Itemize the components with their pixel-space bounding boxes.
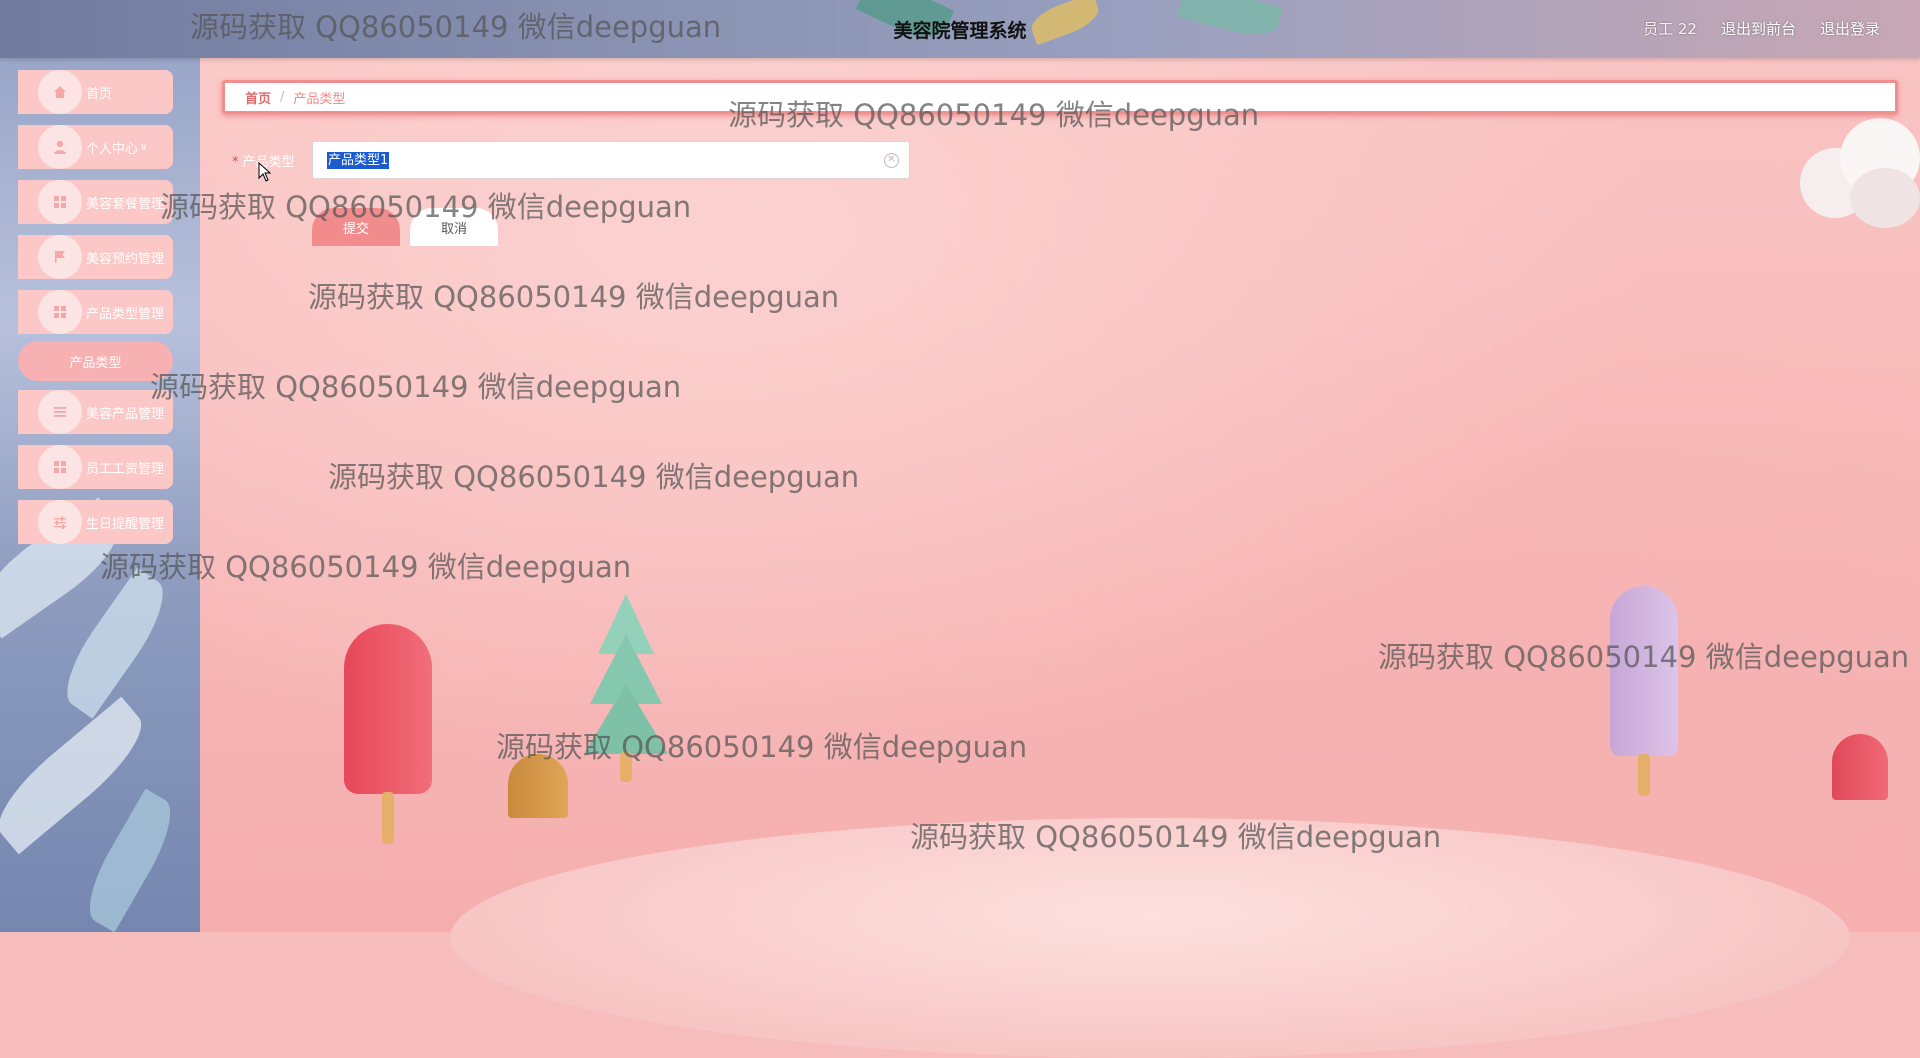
- sidebar-item-label: 美容套餐管理: [86, 196, 165, 212]
- sidebar-item-product-type[interactable]: 产品类型管理: [18, 290, 173, 334]
- sidebar-item-label: 员工工资管理: [86, 461, 165, 477]
- product-type-input[interactable]: [327, 151, 871, 169]
- sidebar-item-home[interactable]: 首页: [18, 70, 173, 114]
- watermark: 源码获取 QQ86050149 微信deepguan: [160, 190, 692, 224]
- watermark: 源码获取 QQ86050149 微信deepguan: [150, 370, 682, 404]
- mouse-cursor-icon: [258, 162, 272, 182]
- sidebar-item-profile[interactable]: 个人中心 ∨: [18, 125, 173, 169]
- cloud-decoration: [1800, 118, 1920, 228]
- sidebar-item-appointment[interactable]: 美容预约管理: [18, 235, 173, 279]
- breadcrumb-current: 产品类型: [293, 91, 346, 107]
- popsicle-decoration: [1610, 586, 1680, 806]
- sidebar-item-label: 个人中心: [86, 141, 139, 157]
- chevron-down-icon: ∨: [140, 141, 148, 153]
- sidebar-item-label: 美容预约管理: [86, 251, 165, 267]
- sliders-icon: [38, 500, 82, 544]
- leaf-decoration: [1026, 0, 1104, 46]
- breadcrumb-home-link[interactable]: 首页: [245, 88, 271, 107]
- sidebar-item-beauty-package[interactable]: 美容套餐管理: [18, 180, 173, 224]
- home-icon: [38, 70, 82, 114]
- grid-icon: [38, 180, 82, 224]
- watermark: 源码获取 QQ86050149 微信deepguan: [728, 98, 1260, 132]
- watermark: 源码获取 QQ86050149 微信deepguan: [328, 460, 860, 494]
- grid-icon: [38, 290, 82, 334]
- logout-link[interactable]: 退出登录: [1820, 18, 1880, 39]
- watermark: 源码获取 QQ86050149 微信deepguan: [308, 280, 840, 314]
- product-type-form-row: *产品类型 产品类型1 ✕: [232, 141, 910, 179]
- back-to-frontend-link[interactable]: 退出到前台: [1721, 18, 1796, 39]
- leaf-decoration: [1177, 0, 1283, 43]
- app-title: 美容院管理系统: [893, 20, 1027, 42]
- header-actions: 员工 22 退出到前台 退出登录: [1643, 18, 1880, 39]
- dome-decoration: [1832, 734, 1888, 800]
- sidebar-item-salary[interactable]: 员工工资管理: [18, 445, 173, 489]
- product-type-label: * 产品类型: [232, 151, 312, 170]
- watermark: 源码获取 QQ86050149 微信deepguan: [190, 10, 722, 44]
- sidebar-item-label: 产品类型管理: [86, 306, 165, 322]
- required-mark: *: [232, 154, 239, 170]
- breadcrumb-separator: /: [280, 89, 285, 105]
- selected-input-text: 产品类型1: [327, 152, 390, 169]
- list-icon: [38, 390, 82, 434]
- grid-icon: [38, 445, 82, 489]
- watermark: 源码获取 QQ86050149 微信deepguan: [100, 550, 632, 584]
- product-type-input-wrapper[interactable]: 产品类型1 ✕: [312, 141, 910, 179]
- watermark: 源码获取 QQ86050149 微信deepguan: [1378, 640, 1910, 674]
- watermark: 源码获取 QQ86050149 微信deepguan: [496, 730, 1028, 764]
- flag-icon: [38, 235, 82, 279]
- sidebar-item-label: 生日提醒管理: [86, 516, 165, 532]
- user-icon: [38, 125, 82, 169]
- leaf-decoration: [75, 788, 185, 933]
- sidebar-menu: 首页 个人中心 ∨ 美容套餐管理 美容预约管理 产品类型管理 产品类型 美容产品…: [18, 70, 173, 555]
- current-user: 员工 22: [1643, 20, 1697, 38]
- sidebar-item-label: 首页: [86, 86, 113, 102]
- clear-icon[interactable]: ✕: [884, 153, 899, 168]
- sidebar-item-birthday[interactable]: 生日提醒管理: [18, 500, 173, 544]
- popsicle-decoration: [344, 624, 434, 854]
- watermark: 源码获取 QQ86050149 微信deepguan: [910, 820, 1442, 854]
